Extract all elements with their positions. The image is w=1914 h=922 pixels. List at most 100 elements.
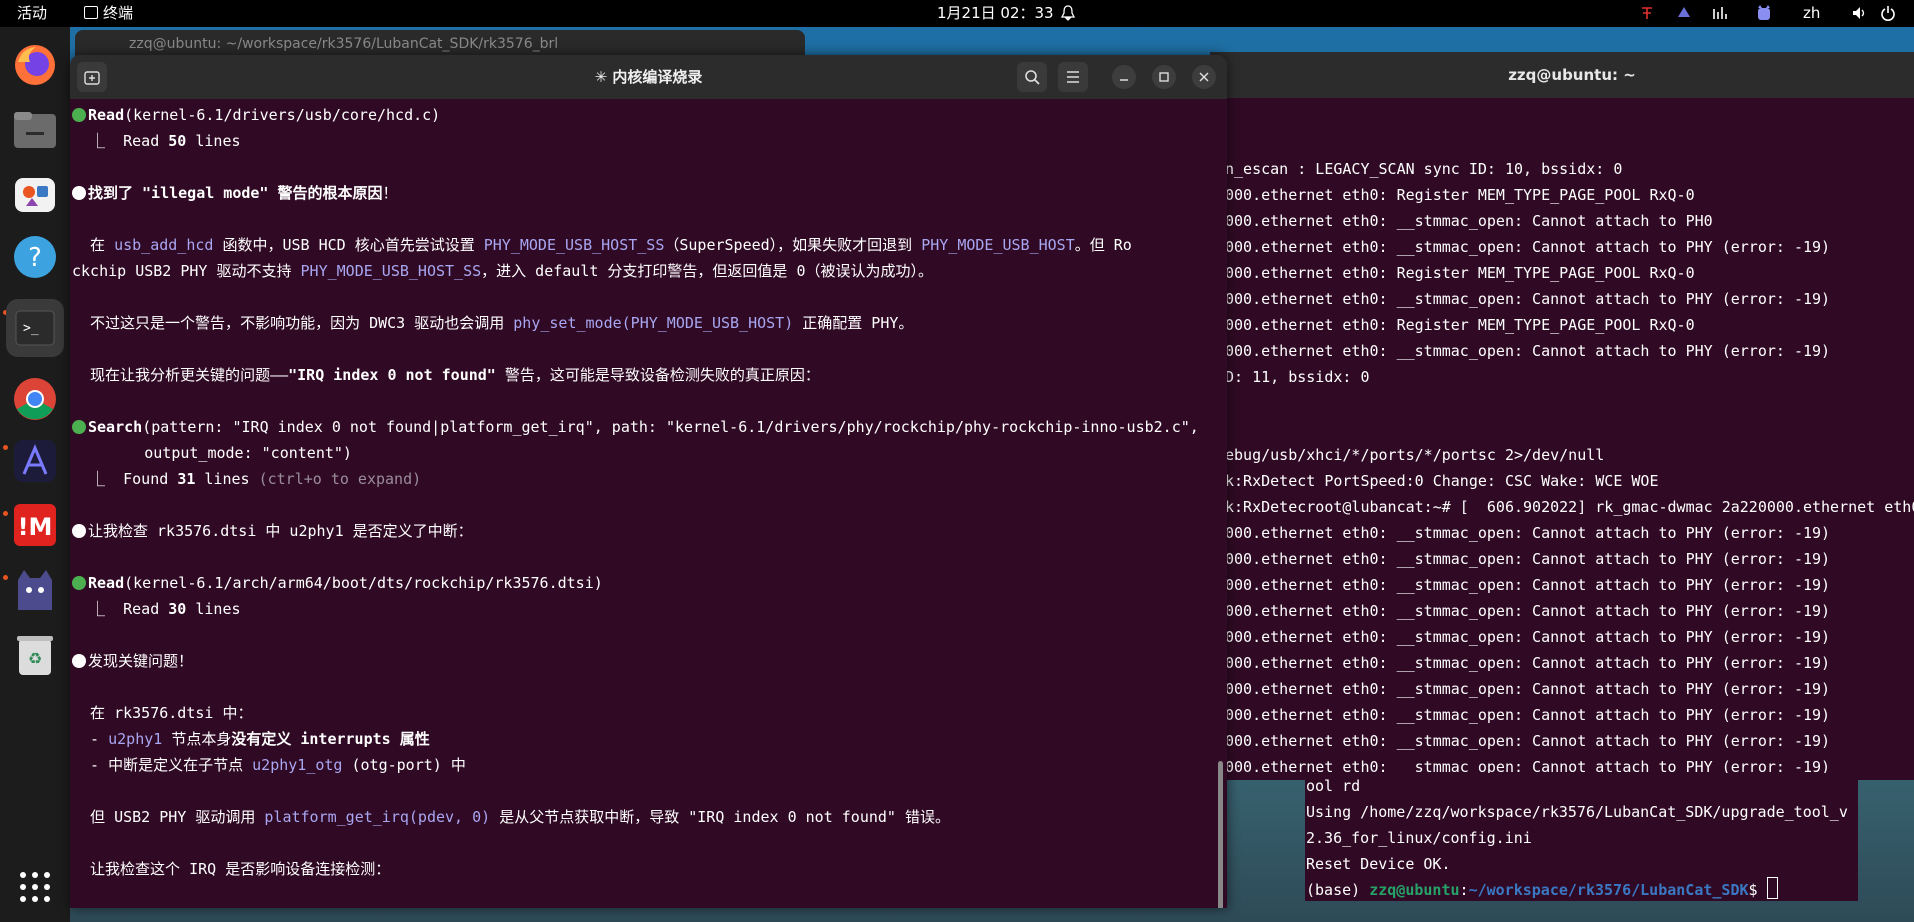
ai-app-icon[interactable] bbox=[11, 437, 59, 485]
terminal-icon[interactable]: >_ bbox=[6, 299, 64, 357]
code-span: u2phy1 bbox=[108, 730, 163, 748]
prompt-colon: : bbox=[1459, 881, 1469, 899]
result-suffix: lines bbox=[195, 470, 259, 488]
terminal-line: 000.ethernet eth0: Register MEM_TYPE_PAG… bbox=[1225, 264, 1695, 282]
text: 让我检查 rk3576.dtsi 中 u2phy1 是否定义了中断： bbox=[88, 522, 473, 540]
language-indicator[interactable]: zh bbox=[1803, 0, 1820, 27]
prompt-env: (base) bbox=[1306, 881, 1370, 899]
terminal-content: Read(kernel-6.1/drivers/usb/core/hcd.c) … bbox=[72, 102, 1220, 882]
svg-text:>_: >_ bbox=[23, 321, 39, 336]
right-terminal-window[interactable]: zzq@ubuntu: ~ n_escan : LEGACY_SCAN sync… bbox=[1210, 52, 1914, 780]
text: 不过这只是一个警告，不影响功能，因为 DWC3 驱动也会调用 bbox=[72, 314, 514, 332]
result-prefix: ⎿ Read bbox=[72, 132, 169, 150]
scrollbar[interactable] bbox=[1218, 761, 1223, 908]
notification-bell-icon[interactable] bbox=[1060, 5, 1076, 21]
terminal-line: 000.ethernet eth0: Register MEM_TYPE_PAG… bbox=[1225, 316, 1695, 334]
app-menu-label: 终端 bbox=[103, 4, 134, 22]
text: "illegal mode" bbox=[142, 184, 269, 202]
running-indicator bbox=[3, 445, 8, 450]
text: 正确配置 PHY。 bbox=[793, 314, 914, 332]
power-icon[interactable] bbox=[1880, 5, 1895, 21]
cat-tray-icon[interactable] bbox=[1756, 5, 1770, 21]
code-span: u2phy1_otg bbox=[252, 756, 343, 774]
terminal-line: 000.ethernet eth0: __stmmac_open: Cannot… bbox=[1225, 524, 1831, 542]
running-indicator bbox=[3, 511, 8, 516]
text: 函数中，USB HCD 核心首先尝试设置 bbox=[213, 236, 484, 254]
expand-hint: (ctrl+o to expand) bbox=[258, 470, 422, 488]
text-cursor bbox=[1766, 877, 1778, 899]
code-span: PHY_MODE_USB_HOST_SS bbox=[483, 236, 665, 254]
input-method-icon[interactable] bbox=[1640, 5, 1654, 21]
message-bullet-icon bbox=[72, 654, 86, 668]
text: 但 USB2 PHY 驱动调用 bbox=[72, 808, 265, 826]
text: - bbox=[72, 730, 109, 748]
terminal-line: ebug/usb/xhci/*/ports/*/portsc 2>/dev/nu… bbox=[1225, 446, 1605, 464]
svg-text:♻: ♻ bbox=[28, 649, 42, 668]
main-terminal-window[interactable]: ✳ 内核编译烧录 Read(kernel-6.1/drivers/usb/cor… bbox=[70, 55, 1227, 908]
close-button[interactable] bbox=[1192, 65, 1216, 89]
tool-name: Read bbox=[88, 106, 125, 124]
text: （SuperSpeed），如果失败才回退到 bbox=[664, 236, 922, 254]
message-bullet-icon bbox=[72, 524, 86, 538]
terminal-line: 000.ethernet eth0: __stmmac_open: Cannot… bbox=[1225, 654, 1831, 672]
text: 在 rk3576.dtsi 中： bbox=[72, 704, 253, 722]
result-suffix: lines bbox=[186, 600, 241, 618]
text: ！ bbox=[382, 184, 398, 202]
show-apps-icon[interactable] bbox=[11, 863, 59, 911]
menu-button[interactable] bbox=[1058, 62, 1088, 92]
right-window-title: zzq@ubuntu: ~ bbox=[1508, 66, 1636, 84]
shell-prompt[interactable]: (base) zzq@ubuntu:~/workspace/rk3576/Lub… bbox=[1305, 877, 1858, 901]
firefox-icon[interactable] bbox=[11, 41, 59, 89]
tool-arg: (kernel-6.1/drivers/usb/core/hcd.c) bbox=[124, 106, 441, 124]
prompt-user: zzq@ubuntu bbox=[1369, 881, 1460, 899]
tool-name: Search bbox=[88, 418, 143, 436]
minimize-button[interactable] bbox=[1112, 65, 1136, 89]
terminal-line: 000.ethernet eth0: Register MEM_TYPE_PAG… bbox=[1225, 186, 1695, 204]
activities-button[interactable]: 活动 bbox=[17, 0, 47, 27]
bottom-terminal-window[interactable]: ool rd Using /home/zzq/workspace/rk3576/… bbox=[1305, 773, 1858, 901]
right-window-titlebar[interactable]: zzq@ubuntu: ~ bbox=[1210, 52, 1914, 98]
terminal-line: 000.ethernet eth0: __stmmac_open: Cannot… bbox=[1225, 680, 1831, 698]
text: "IRQ index 0 not found" bbox=[288, 366, 496, 384]
text: 警告的根本原因 bbox=[268, 184, 383, 202]
search-button[interactable] bbox=[1017, 62, 1047, 92]
text: 发现关键问题！ bbox=[88, 652, 194, 670]
help-icon[interactable]: ? bbox=[11, 233, 59, 281]
terminal-line: 000.ethernet eth0: __stmmac_open: Cannot… bbox=[1225, 212, 1713, 230]
bottom-line: Reset Device OK. bbox=[1306, 855, 1451, 873]
clock[interactable]: 1月21日 02：33 bbox=[937, 0, 1054, 27]
main-terminal-body[interactable]: Read(kernel-6.1/drivers/usb/core/hcd.c) … bbox=[70, 99, 1227, 908]
chrome-icon[interactable] bbox=[11, 375, 59, 423]
terminal-line: 000.ethernet eth0: __stmmac_open: Cannot… bbox=[1225, 576, 1831, 594]
maximize-icon bbox=[1159, 72, 1169, 82]
tool-arg: (kernel-6.1/arch/arm64/boot/dts/rockchip… bbox=[124, 574, 603, 592]
tool-status-icon bbox=[72, 420, 86, 434]
maximize-button[interactable] bbox=[1152, 65, 1176, 89]
terminal-line: 000.ethernet eth0: __stmmac_open: Cannot… bbox=[1225, 706, 1831, 724]
tool-name: Read bbox=[88, 574, 125, 592]
result-suffix: lines bbox=[186, 132, 241, 150]
main-window-titlebar[interactable]: ✳ 内核编译烧录 bbox=[70, 55, 1227, 99]
trash-icon[interactable]: ♻ bbox=[11, 631, 59, 679]
tool-app-icon[interactable]: !M bbox=[11, 501, 59, 549]
bottom-line: ool rd bbox=[1306, 777, 1361, 795]
terminal-line: k:RxDetecroot@lubancat:~# [ 606.902022] … bbox=[1225, 498, 1914, 516]
app-center-icon[interactable] bbox=[11, 169, 59, 217]
dock: ? >_ !M ♻ bbox=[0, 27, 70, 922]
files-icon[interactable] bbox=[11, 105, 59, 153]
tool-status-icon bbox=[72, 576, 86, 590]
volume-icon[interactable] bbox=[1852, 5, 1866, 21]
back-window-title: zzq@ubuntu: ~/workspace/rk3576/LubanCat_… bbox=[129, 36, 559, 52]
cat-app-icon[interactable] bbox=[11, 565, 59, 613]
terminal-small-icon bbox=[84, 6, 98, 19]
app-menu[interactable]: 终端 bbox=[84, 0, 133, 27]
terminal-line: 000.ethernet eth0: __stmmac_open: Cannot… bbox=[1225, 732, 1831, 750]
vpn-icon[interactable] bbox=[1676, 5, 1690, 21]
prompt-end: $ bbox=[1748, 881, 1767, 899]
terminal-line: 000.ethernet eth0: __stmmac_open: Cannot… bbox=[1225, 628, 1831, 646]
message-bullet-icon bbox=[72, 186, 86, 200]
stats-icon[interactable] bbox=[1712, 5, 1727, 21]
terminal-line: k:RxDetect PortSpeed:0 Change: CSC Wake:… bbox=[1225, 472, 1659, 490]
terminal-line: 000.ethernet eth0: __stmmac_open: Cannot… bbox=[1225, 550, 1831, 568]
